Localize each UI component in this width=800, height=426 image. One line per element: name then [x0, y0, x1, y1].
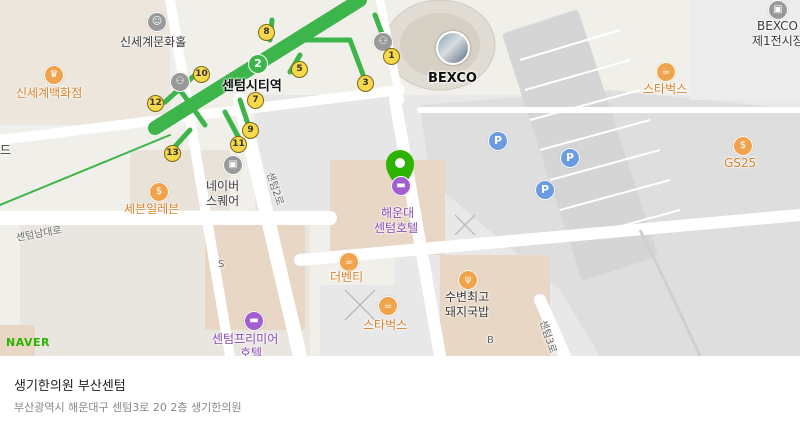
label-the-venti[interactable]: 더벤티	[330, 270, 363, 284]
label-centum-city-station[interactable]: 센텀시티역	[222, 80, 282, 94]
place-address: 부산광역시 해운대구 센텀3로 20 2층 생기한의원	[14, 401, 242, 414]
label-centum-premier-hotel-1[interactable]: 센텀프리미어	[212, 332, 278, 346]
hotel-icon[interactable]: ▬	[391, 176, 411, 196]
label-suyeon-gukbap-1[interactable]: 수변최고	[445, 290, 489, 304]
label-suyeon-gukbap-2[interactable]: 돼지국밥	[445, 305, 489, 319]
convenience-store-icon[interactable]: $	[733, 136, 753, 156]
place-name[interactable]: 생기한의원 부산센텀	[14, 375, 126, 394]
label-starbucks-centum[interactable]: 스타벅스	[363, 318, 407, 332]
exit-11[interactable]: 11	[230, 136, 247, 153]
cafe-icon[interactable]: ☕	[378, 296, 398, 316]
parking-icon[interactable]: P	[488, 131, 508, 151]
building-icon[interactable]: ▣	[768, 0, 788, 20]
label-b-marker: B	[487, 335, 494, 346]
exit-1[interactable]: 1	[383, 48, 400, 65]
label-haeundae-centum-hotel-1[interactable]: 해운대	[381, 206, 414, 220]
label-haeundae-centum-hotel-2[interactable]: 센텀호텔	[374, 221, 418, 235]
building-icon[interactable]: ▣	[223, 155, 243, 175]
cafe-icon[interactable]: ☕	[339, 252, 359, 272]
label-bexco[interactable]: BEXCO	[428, 72, 477, 86]
label-naver-square-2[interactable]: 스퀘어	[206, 194, 239, 208]
label-naver-square-1[interactable]: 네이버	[206, 179, 239, 193]
label-bexco-hall-1b[interactable]: 제1전시장	[752, 34, 800, 48]
theater-icon[interactable]: ☺	[147, 12, 167, 32]
shopping-icon[interactable]: ♛	[44, 65, 64, 85]
label-bexco-hall-1[interactable]: BEXCO	[757, 19, 798, 33]
exit-5[interactable]: 5	[291, 61, 308, 78]
exit-3[interactable]: 3	[357, 75, 374, 92]
exit-12[interactable]: 12	[147, 95, 164, 112]
exit-13[interactable]: 13	[164, 145, 181, 162]
exit-10[interactable]: 10	[193, 66, 210, 83]
exit-7[interactable]: 7	[247, 92, 264, 109]
label-centum-premier-hotel-2[interactable]: 호텔	[240, 346, 262, 356]
label-starbucks-bexco[interactable]: 스타벅스	[643, 82, 687, 96]
restaurant-icon[interactable]: ψ	[458, 270, 478, 290]
exit-9[interactable]: 9	[242, 122, 259, 139]
map-view[interactable]: ☺ ♛ ☕ ▣ $ P P P ▣ $ ▬ ☕ ψ ☕ ▬ ⚇ ⚇ 2 1 3 …	[0, 0, 800, 356]
restroom-icon[interactable]: ⚇	[170, 72, 190, 92]
label-shinsegae-dept-store[interactable]: 신세계백화점	[16, 86, 82, 100]
label-shinsegae-culture-hall[interactable]: 신세계문화홀	[120, 35, 186, 49]
bexco-photo-thumbnail[interactable]	[436, 31, 470, 65]
label-gs25[interactable]: GS25	[724, 156, 756, 170]
label-edge-partial: 드	[0, 143, 12, 157]
naver-logo: NAVER	[6, 336, 50, 349]
cafe-icon[interactable]: ☕	[656, 62, 676, 82]
hotel-icon[interactable]: ▬	[244, 311, 264, 331]
label-s-marker: S	[218, 259, 225, 270]
exit-8[interactable]: 8	[258, 24, 275, 41]
parking-icon[interactable]: P	[535, 180, 555, 200]
subway-line-2-icon[interactable]: 2	[248, 54, 268, 74]
convenience-store-icon[interactable]: $	[149, 182, 169, 202]
parking-icon[interactable]: P	[560, 148, 580, 168]
label-seven-eleven[interactable]: 세븐일레븐	[124, 202, 179, 216]
place-info-footer: 생기한의원 부산센텀	[0, 356, 800, 426]
